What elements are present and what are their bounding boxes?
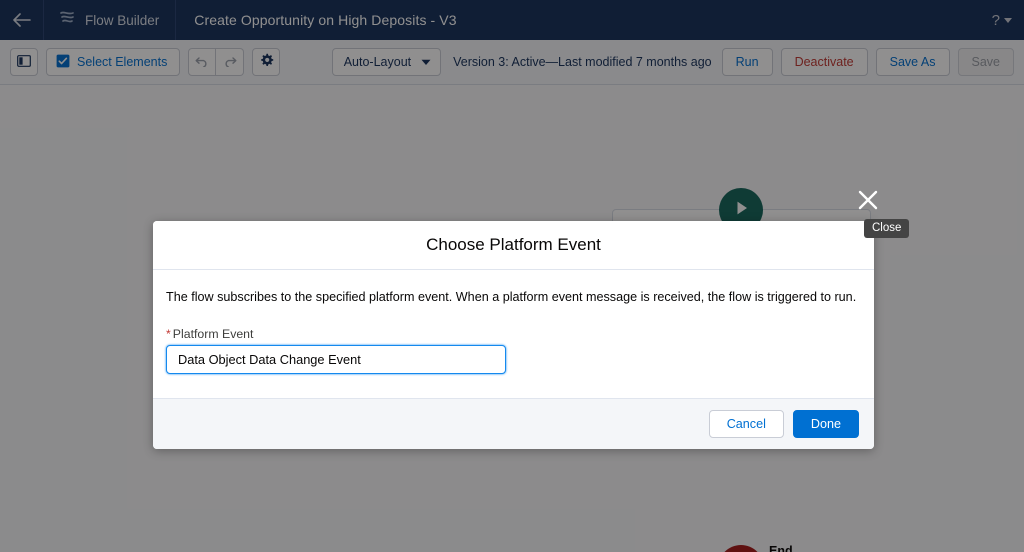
modal-title: Choose Platform Event (426, 235, 601, 254)
platform-event-input[interactable] (166, 344, 506, 374)
close-icon (857, 190, 879, 215)
close-button[interactable] (857, 189, 879, 211)
choose-platform-event-modal: Choose Platform Event The flow subscribe… (153, 221, 874, 449)
platform-event-label: * Platform Event (166, 327, 861, 341)
flow-builder-app: Flow Builder Create Opportunity on High … (0, 0, 1024, 552)
modal-header: Choose Platform Event (153, 221, 874, 270)
modal-body: The flow subscribes to the specified pla… (153, 270, 874, 398)
close-tooltip: Close (864, 219, 910, 238)
required-marker: * (166, 326, 171, 341)
platform-event-label-text: Platform Event (172, 326, 254, 341)
cancel-button[interactable]: Cancel (708, 409, 784, 438)
platform-event-field: * Platform Event (166, 327, 861, 374)
modal-description: The flow subscribes to the specified pla… (166, 290, 857, 304)
modal-footer: Cancel Done (153, 397, 874, 449)
done-button[interactable]: Done (792, 409, 859, 438)
